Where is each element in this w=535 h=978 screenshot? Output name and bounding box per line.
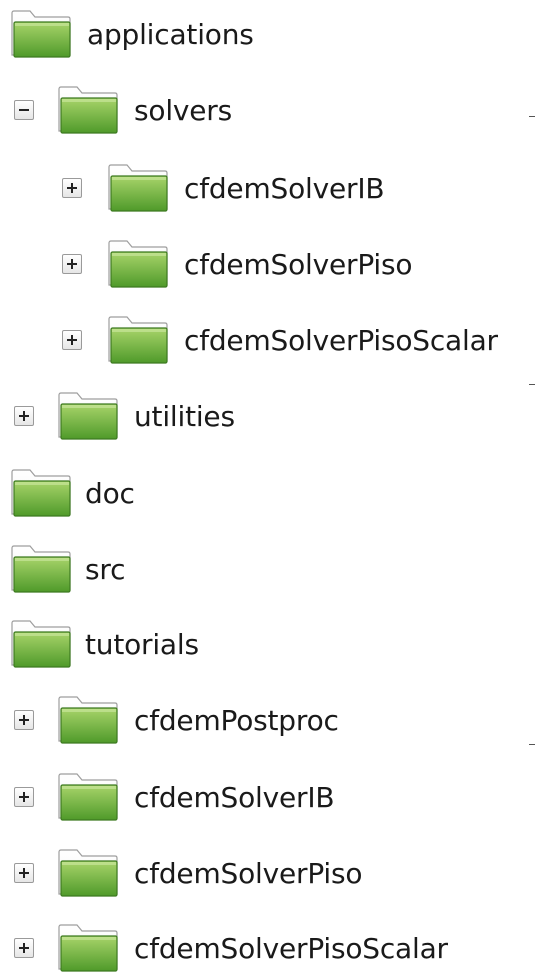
folder-icon (57, 391, 119, 441)
folder-icon (10, 544, 72, 594)
tree-row-applications[interactable]: applications (0, 4, 535, 64)
minus-icon[interactable] (14, 100, 34, 120)
tree-row-cfdemsolverpisoscalar[interactable]: cfdemSolverPisoScalar (0, 310, 535, 385)
tree-row-solvers[interactable]: solvers (0, 80, 535, 140)
folder-icon (10, 468, 72, 518)
tree-row-cfdemsolverpisoscalar-tutorial[interactable]: cfdemSolverPisoScalar (0, 918, 535, 978)
folder-icon (57, 772, 119, 822)
tree-item-label: doc (85, 476, 135, 510)
tick-mark (529, 744, 535, 745)
tree-item-label: cfdemSolverPiso (134, 856, 363, 890)
folder-icon (10, 9, 72, 59)
folder-icon (57, 695, 119, 745)
plus-icon[interactable] (14, 710, 34, 730)
tree-item-label: tutorials (85, 627, 199, 661)
tree-row-doc[interactable]: doc (0, 463, 535, 523)
folder-icon (107, 163, 169, 213)
plus-icon[interactable] (14, 787, 34, 807)
plus-icon[interactable] (62, 330, 82, 350)
folder-icon (107, 315, 169, 365)
tree-row-cfdemsolverpiso-tutorial[interactable]: cfdemSolverPiso (0, 843, 535, 903)
tree-item-label: src (85, 552, 126, 586)
tree-row-cfdemsolverib[interactable]: cfdemSolverIB (0, 158, 535, 218)
tree-item-label: cfdemPostproc (134, 703, 339, 737)
tree-row-src[interactable]: src (0, 539, 535, 599)
tree-item-label: applications (87, 17, 254, 51)
plus-icon[interactable] (14, 406, 34, 426)
plus-icon[interactable] (14, 863, 34, 883)
plus-icon[interactable] (62, 254, 82, 274)
tree-item-label: solvers (134, 93, 232, 127)
folder-icon (57, 848, 119, 898)
tree-item-label: utilities (134, 399, 235, 433)
tick-mark (529, 384, 535, 385)
tree-row-cfdemsolverib-tutorial[interactable]: cfdemSolverIB (0, 767, 535, 827)
folder-tree: applications solvers cfdemSolverIB cfdem… (0, 0, 535, 978)
tick-mark (529, 116, 535, 117)
tree-item-label: cfdemSolverIB (184, 171, 385, 205)
tree-row-cfdempostproc[interactable]: cfdemPostproc (0, 690, 535, 750)
folder-icon (57, 85, 119, 135)
folder-icon (10, 619, 72, 669)
folder-icon (57, 923, 119, 973)
folder-icon (107, 239, 169, 289)
tree-item-label: cfdemSolverPiso (184, 247, 413, 281)
tree-row-cfdemsolverpiso[interactable]: cfdemSolverPiso (0, 234, 535, 294)
tree-item-label: cfdemSolverPisoScalar (134, 931, 448, 965)
plus-icon[interactable] (14, 938, 34, 958)
tree-row-utilities[interactable]: utilities (0, 386, 535, 446)
tree-item-label: cfdemSolverPisoScalar (184, 323, 498, 357)
tree-item-label: cfdemSolverIB (134, 780, 335, 814)
plus-icon[interactable] (62, 178, 82, 198)
tree-row-tutorials[interactable]: tutorials (0, 614, 535, 674)
